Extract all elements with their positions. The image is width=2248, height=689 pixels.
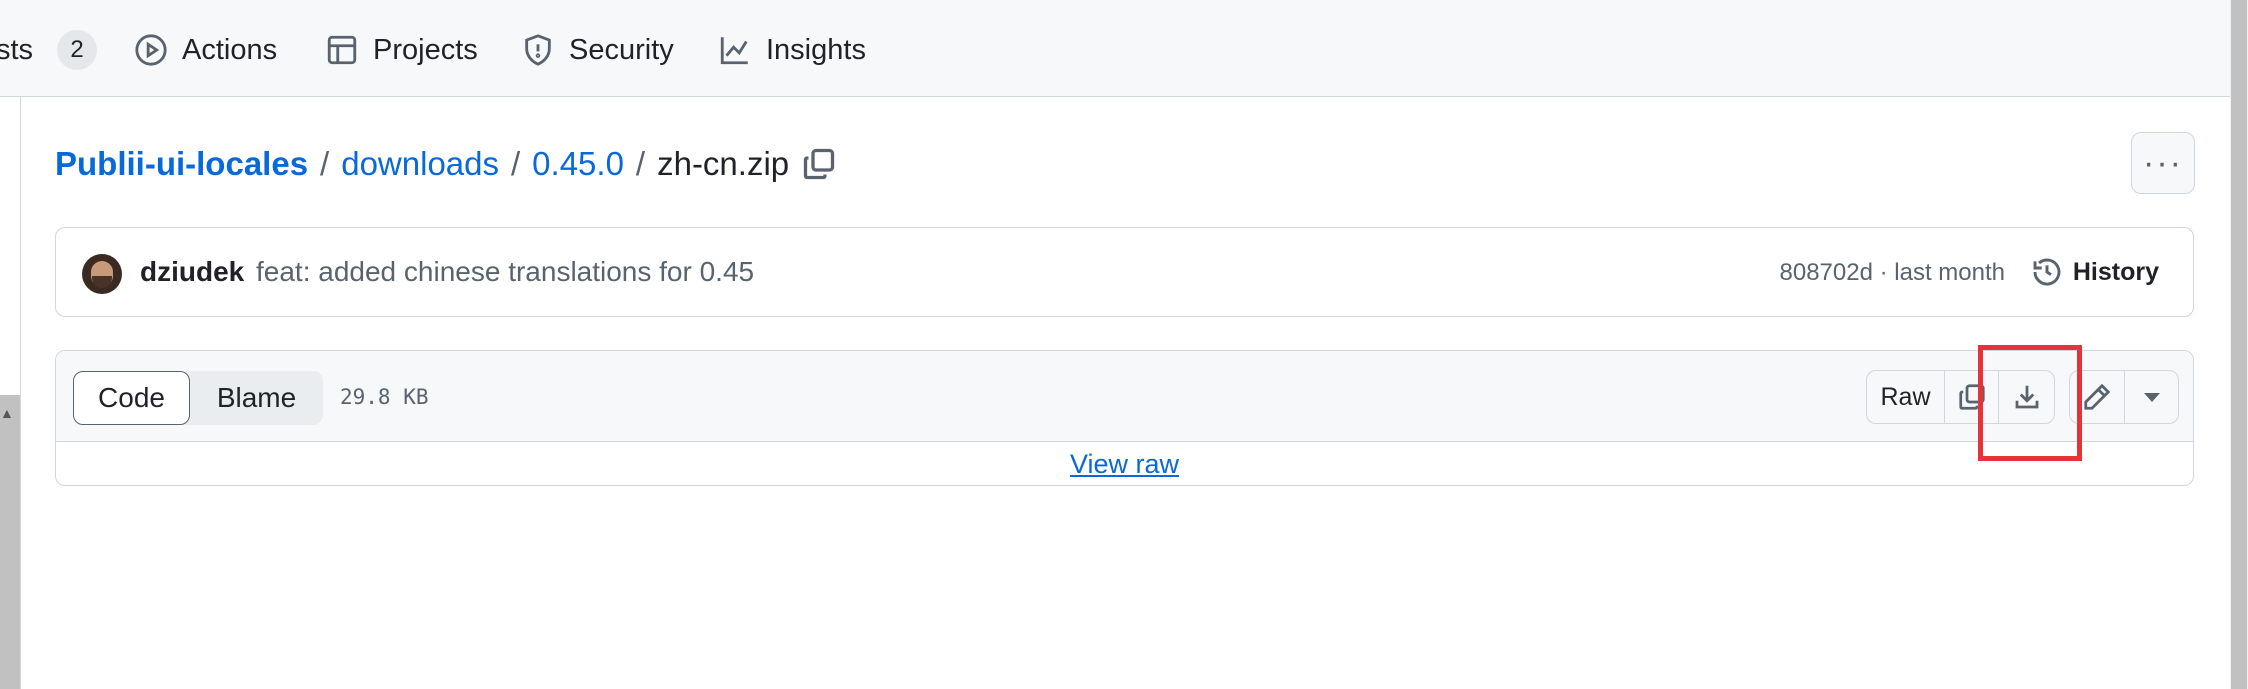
kebab-horizontal-icon: ···: [2143, 143, 2183, 182]
tab-blame[interactable]: Blame: [190, 371, 323, 425]
scroll-up-arrow-icon[interactable]: ▲: [0, 405, 14, 421]
pull-requests-count-badge: 2: [57, 30, 98, 70]
edit-actions-group: [2069, 370, 2179, 424]
file-header: Code Blame 29.8 KB Raw: [56, 351, 2193, 442]
nav-insights-label: Insights: [766, 33, 866, 66]
breadcrumb-version-link[interactable]: 0.45.0: [532, 145, 624, 183]
breadcrumb: Publii-ui-locales / downloads / 0.45.0 /…: [55, 138, 837, 190]
nav-pull-requests-label: sts: [0, 33, 34, 66]
copy-icon: [804, 148, 835, 180]
avatar-beard: [92, 276, 112, 288]
graph-icon: [720, 37, 748, 65]
more-options-button[interactable]: ···: [2131, 132, 2195, 194]
pencil-icon: [2084, 383, 2111, 410]
breadcrumb-file-name: zh-cn.zip: [657, 145, 790, 182]
tab-code[interactable]: Code: [73, 371, 190, 425]
nav-projects[interactable]: Projects: [325, 26, 478, 74]
highlight-annotation: [1978, 345, 2082, 461]
file-viewer: Code Blame 29.8 KB Raw View raw: [55, 350, 2194, 486]
shield-icon: [525, 34, 551, 66]
nav-security[interactable]: Security: [521, 26, 674, 74]
view-mode-switch: Code Blame: [73, 371, 323, 425]
latest-commit-box: dziudek feat: added chinese translations…: [55, 227, 2194, 317]
history-button[interactable]: History: [2031, 250, 2159, 294]
nav-projects-label: Projects: [373, 33, 478, 66]
copy-path-button[interactable]: [801, 146, 837, 182]
sidebar-divider: [20, 97, 21, 689]
breadcrumb-separator: /: [511, 145, 521, 182]
nav-actions-label: Actions: [182, 33, 278, 66]
avatar[interactable]: [82, 254, 122, 294]
triangle-down-icon: [2143, 392, 2160, 402]
nav-security-label: Security: [569, 33, 674, 66]
history-label: History: [2072, 257, 2159, 286]
raw-button[interactable]: Raw: [1867, 371, 1945, 423]
nav-insights[interactable]: Insights: [718, 26, 866, 74]
file-size: 29.8 KB: [340, 385, 429, 409]
breadcrumb-repo-link[interactable]: Publii-ui-locales: [55, 145, 308, 183]
commit-message-link[interactable]: feat: added chinese translations for 0.4…: [256, 256, 754, 288]
page-scrollbar-thumb[interactable]: [2231, 0, 2247, 689]
table-icon: [327, 35, 357, 65]
view-raw-link[interactable]: View raw: [56, 442, 2193, 485]
breadcrumb-downloads-link[interactable]: downloads: [341, 145, 499, 183]
breadcrumb-separator: /: [320, 145, 330, 182]
nav-actions[interactable]: Actions: [134, 26, 277, 74]
nav-pull-requests[interactable]: sts 2: [0, 26, 98, 74]
history-icon: [2033, 258, 2061, 286]
commit-sha-and-date[interactable]: 808702d · last month: [1780, 259, 2005, 287]
sidebar-scrollbar[interactable]: [0, 395, 20, 689]
breadcrumb-separator: /: [635, 145, 646, 182]
commit-author-link[interactable]: dziudek: [140, 256, 244, 288]
play-circle-icon: [135, 34, 167, 66]
repo-nav: sts 2 Actions Projects Security Insights: [0, 0, 2230, 97]
edit-dropdown-button[interactable]: [2125, 371, 2178, 423]
